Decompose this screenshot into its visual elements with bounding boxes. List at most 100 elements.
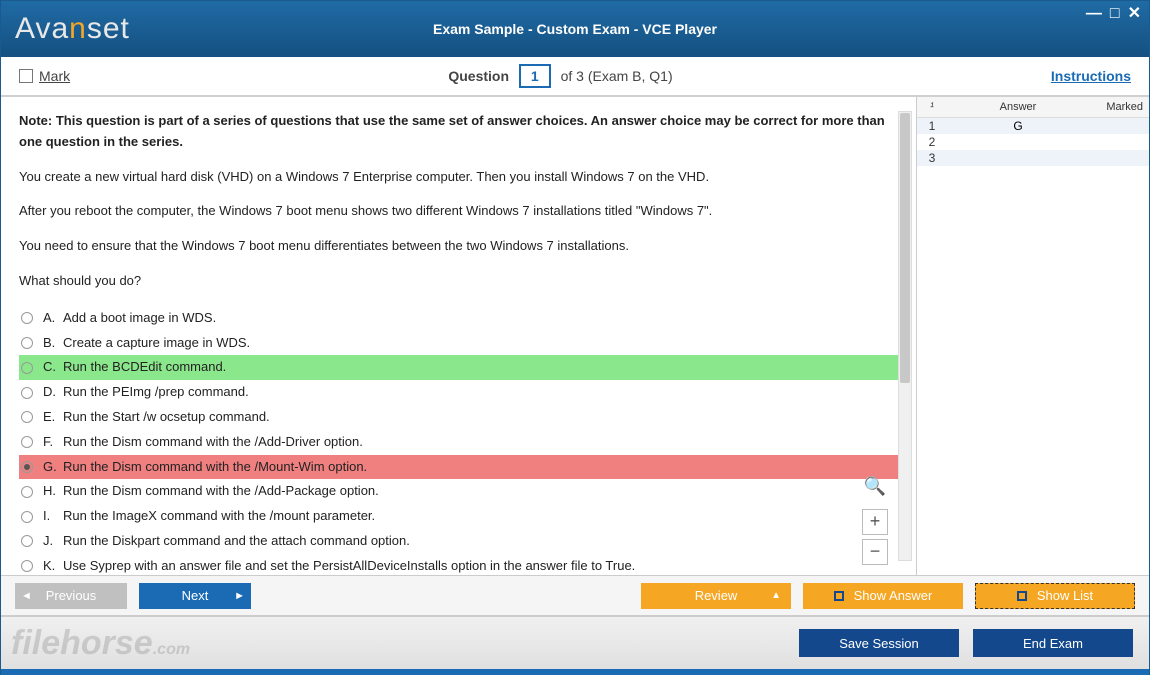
question-para-1: You create a new virtual hard disk (VHD)… bbox=[19, 167, 898, 188]
question-para-3: You need to ensure that the Windows 7 bo… bbox=[19, 236, 898, 257]
end-label: End Exam bbox=[1023, 636, 1083, 651]
previous-label: Previous bbox=[46, 588, 97, 603]
side-header: ¹ Answer Marked bbox=[917, 97, 1149, 118]
watermark-a: filehorse bbox=[11, 624, 153, 662]
question-word: Question bbox=[448, 68, 509, 84]
side-rows: 1G23 bbox=[917, 118, 1149, 166]
answer-text: Run the Start /w ocsetup command. bbox=[63, 407, 270, 428]
save-label: Save Session bbox=[839, 636, 919, 651]
answer-text: Create a capture image in WDS. bbox=[63, 333, 250, 354]
scrollbar-thumb[interactable] bbox=[900, 113, 910, 383]
answer-letter: F. bbox=[43, 432, 63, 453]
show-list-label: Show List bbox=[1037, 588, 1093, 603]
next-label: Next bbox=[182, 588, 209, 603]
answer-letter: I. bbox=[43, 506, 63, 527]
radio-icon[interactable] bbox=[21, 411, 33, 423]
question-bar: Mark Question 1 of 3 (Exam B, Q1) Instru… bbox=[1, 57, 1149, 97]
mark-checkbox[interactable] bbox=[19, 69, 33, 83]
side-header-num: ¹ bbox=[917, 97, 947, 117]
save-session-button[interactable]: Save Session bbox=[799, 629, 959, 657]
side-header-marked: Marked bbox=[1089, 97, 1149, 117]
side-row-num: 3 bbox=[917, 151, 947, 165]
radio-icon[interactable] bbox=[21, 511, 33, 523]
window-title: Exam Sample - Custom Exam - VCE Player bbox=[1, 21, 1149, 37]
end-exam-button[interactable]: End Exam bbox=[973, 629, 1133, 657]
answer-letter: J. bbox=[43, 531, 63, 552]
question-para-4: What should you do? bbox=[19, 271, 898, 292]
magnifier-icon[interactable]: 🔍 bbox=[864, 472, 886, 501]
side-row-marked bbox=[1089, 135, 1149, 149]
answer-row[interactable]: D.Run the PEImg /prep command. bbox=[19, 380, 898, 405]
question-of-text: of 3 (Exam B, Q1) bbox=[561, 68, 673, 84]
radio-icon[interactable] bbox=[21, 486, 33, 498]
show-answer-label: Show Answer bbox=[854, 588, 933, 603]
answer-text: Run the Dism command with the /Add-Packa… bbox=[63, 481, 379, 502]
radio-icon[interactable] bbox=[21, 436, 33, 448]
radio-icon[interactable] bbox=[21, 337, 33, 349]
footer: filehorse.com Save Session End Exam bbox=[1, 615, 1149, 669]
side-row-answer bbox=[947, 151, 1089, 165]
instructions-link[interactable]: Instructions bbox=[1051, 68, 1131, 84]
show-answer-button[interactable]: Show Answer bbox=[803, 583, 963, 609]
answer-letter: H. bbox=[43, 481, 63, 502]
answer-row[interactable]: C.Run the BCDEdit command. bbox=[19, 355, 898, 380]
titlebar: Avanset Exam Sample - Custom Exam - VCE … bbox=[1, 1, 1149, 57]
answer-row[interactable]: I.Run the ImageX command with the /mount… bbox=[19, 504, 898, 529]
radio-icon[interactable] bbox=[21, 535, 33, 547]
answer-text: Run the Dism command with the /Add-Drive… bbox=[63, 432, 363, 453]
maximize-icon[interactable]: □ bbox=[1110, 7, 1120, 21]
answer-row[interactable]: E.Run the Start /w ocsetup command. bbox=[19, 405, 898, 430]
side-row-marked bbox=[1089, 119, 1149, 133]
window-controls: — □ ✕ bbox=[1086, 7, 1141, 21]
answer-letter: C. bbox=[43, 357, 63, 378]
show-list-button[interactable]: Show List bbox=[975, 583, 1135, 609]
answer-text: Use Syprep with an answer file and set t… bbox=[63, 556, 635, 575]
answer-letter: G. bbox=[43, 457, 63, 478]
side-row-answer bbox=[947, 135, 1089, 149]
answer-letter: K. bbox=[43, 556, 63, 575]
review-button[interactable]: Review bbox=[641, 583, 791, 609]
side-row-num: 1 bbox=[917, 119, 947, 133]
answer-letter: D. bbox=[43, 382, 63, 403]
answer-text: Run the ImageX command with the /mount p… bbox=[63, 506, 375, 527]
question-indicator: Question 1 of 3 (Exam B, Q1) bbox=[70, 64, 1051, 88]
bottom-stripe bbox=[1, 669, 1149, 675]
answer-text: Add a boot image in WDS. bbox=[63, 308, 216, 329]
side-row[interactable]: 2 bbox=[917, 134, 1149, 150]
answer-row[interactable]: J.Run the Diskpart command and the attac… bbox=[19, 529, 898, 554]
question-para-2: After you reboot the computer, the Windo… bbox=[19, 201, 898, 222]
zoom-in-button[interactable]: + bbox=[862, 509, 888, 535]
answer-row[interactable]: G.Run the Dism command with the /Mount-W… bbox=[19, 455, 898, 480]
watermark-b: .com bbox=[153, 641, 190, 658]
scrollbar[interactable] bbox=[898, 111, 912, 561]
radio-icon[interactable] bbox=[21, 461, 33, 473]
answer-row[interactable]: F.Run the Dism command with the /Add-Dri… bbox=[19, 430, 898, 455]
radio-icon[interactable] bbox=[21, 387, 33, 399]
answer-letter: A. bbox=[43, 308, 63, 329]
answer-text: Run the Dism command with the /Mount-Wim… bbox=[63, 457, 367, 478]
answer-row[interactable]: A.Add a boot image in WDS. bbox=[19, 306, 898, 331]
side-row-answer: G bbox=[947, 119, 1089, 133]
side-row[interactable]: 1G bbox=[917, 118, 1149, 134]
answer-text: Run the BCDEdit command. bbox=[63, 357, 226, 378]
minimize-icon[interactable]: — bbox=[1086, 7, 1102, 21]
side-header-answer: Answer bbox=[947, 97, 1089, 117]
previous-button[interactable]: Previous bbox=[15, 583, 127, 609]
side-row-marked bbox=[1089, 151, 1149, 165]
answer-letter: B. bbox=[43, 333, 63, 354]
answer-row[interactable]: B.Create a capture image in WDS. bbox=[19, 331, 898, 356]
answer-row[interactable]: K.Use Syprep with an answer file and set… bbox=[19, 554, 898, 575]
answer-row[interactable]: H.Run the Dism command with the /Add-Pac… bbox=[19, 479, 898, 504]
question-number-box[interactable]: 1 bbox=[519, 64, 551, 88]
close-icon[interactable]: ✕ bbox=[1128, 7, 1141, 21]
next-button[interactable]: Next bbox=[139, 583, 251, 609]
radio-icon[interactable] bbox=[21, 312, 33, 324]
square-icon bbox=[1017, 591, 1027, 601]
radio-icon[interactable] bbox=[21, 560, 33, 572]
radio-icon[interactable] bbox=[21, 362, 33, 374]
zoom-out-button[interactable]: − bbox=[862, 539, 888, 565]
question-pane: Note: This question is part of a series … bbox=[1, 97, 917, 575]
side-row[interactable]: 3 bbox=[917, 150, 1149, 166]
review-label: Review bbox=[695, 588, 738, 603]
mark-label[interactable]: Mark bbox=[39, 68, 70, 84]
